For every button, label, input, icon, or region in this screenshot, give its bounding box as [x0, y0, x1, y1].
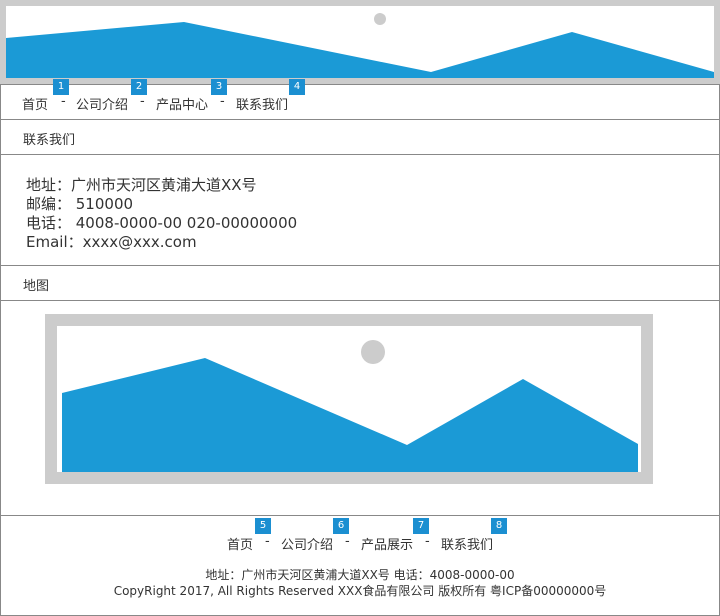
nav-badge-3: 3 [211, 79, 227, 95]
footer-contact-link[interactable]: 联系我们 [441, 534, 493, 553]
footer-badge-8: 8 [491, 518, 507, 534]
map-image-placeholder-icon [62, 340, 638, 472]
top-nav: 1 2 3 4 首页 - 公司介绍 - 产品中心 - 联系我们 [0, 79, 720, 120]
footer-separator: - [265, 534, 270, 549]
nav-badge-1: 1 [53, 79, 69, 95]
nav-separator: - [220, 94, 225, 109]
map-header: 地图 [0, 265, 720, 301]
image-placeholder-icon [6, 13, 714, 78]
contact-postcode: 邮编： 510000 [26, 195, 134, 213]
footer-info: 地址：广州市天河区黄浦大道XX号 电话：4008-0000-00 [205, 568, 515, 582]
contact-phone: 电话： 4008-0000-00 020-00000000 [26, 214, 298, 232]
nav-badge-2: 2 [131, 79, 147, 95]
footer-about-link[interactable]: 公司介绍 [281, 534, 333, 553]
nav-products-link[interactable]: 产品中心 [156, 94, 208, 113]
breadcrumb: 联系我们 [0, 119, 720, 155]
footer-badge-5: 5 [255, 518, 271, 534]
nav-separator: - [61, 94, 66, 109]
page-title: 联系我们 [23, 133, 76, 148]
nav-contact-link[interactable]: 联系我们 [236, 94, 288, 113]
footer-products-link[interactable]: 产品展示 [361, 534, 413, 553]
contact-email: Email：xxxx@xxx.com [26, 233, 197, 251]
footer-separator: - [425, 534, 430, 549]
map-title: 地图 [23, 279, 50, 294]
footer-home-link[interactable]: 首页 [227, 534, 253, 553]
footer-badge-7: 7 [413, 518, 429, 534]
contact-address: 地址：广州市天河区黄浦大道XX号 [26, 176, 257, 194]
map-image [45, 314, 653, 484]
nav-home-link[interactable]: 首页 [22, 94, 48, 113]
nav-badge-4: 4 [289, 79, 305, 95]
nav-separator: - [140, 94, 145, 109]
contact-info: 地址：广州市天河区黄浦大道XX号 邮编： 510000 电话： 4008-000… [26, 176, 297, 252]
footer-separator: - [345, 534, 350, 549]
banner-image [0, 0, 720, 84]
nav-about-link[interactable]: 公司介绍 [76, 94, 128, 113]
footer-copyright: CopyRight 2017, All Rights Reserved XXX食… [113, 584, 607, 598]
footer-badge-6: 6 [333, 518, 349, 534]
